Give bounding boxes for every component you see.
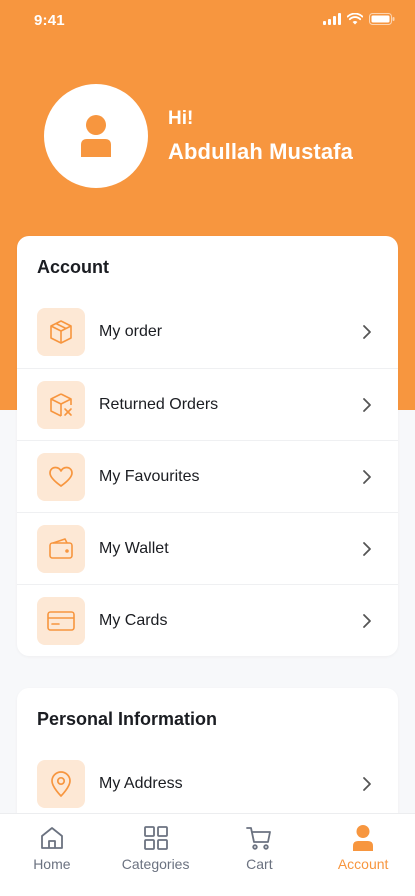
menu-item-label: My order [99,323,163,340]
menu-item-my-wallet[interactable]: My Wallet [17,512,398,584]
home-icon [40,827,63,849]
greeting: Hi! Abdullah Mustafa [168,108,353,165]
wifi-icon [347,13,363,25]
menu-item-my-order[interactable]: My order [17,296,398,368]
greeting-text: Hi! [168,107,194,129]
menu-item-label: Returned Orders [99,395,219,413]
avatar[interactable] [44,84,148,188]
battery-icon [369,13,395,25]
package-icon [50,320,72,344]
signal-icon [323,13,341,25]
nav-home[interactable]: Home [0,814,104,896]
nav-label: Home [33,856,71,872]
grid-icon [143,826,168,850]
user-name: Abdullah Mustafa [168,138,353,164]
menu-item-label: My Cards [99,611,168,629]
nav-categories[interactable]: Categories [104,814,208,896]
icon-box [37,524,85,573]
chevron-right-icon [362,469,372,485]
nav-cart[interactable]: Cart [208,814,312,896]
account-card: Account My order Returned Orders My Favo… [17,236,398,656]
menu-item-label: My Wallet [99,539,169,557]
user-icon [353,825,374,851]
chevron-right-icon [362,324,372,340]
chevron-right-icon [362,541,372,557]
menu-item-returned-orders[interactable]: Returned Orders [17,368,398,440]
package-return-icon [50,392,72,417]
location-pin-icon [51,771,71,797]
icon-box [37,760,85,808]
nav-account[interactable]: Account [311,814,415,896]
status-time: 9:41 [34,12,65,29]
account-section-title: Account [37,257,109,277]
profile-header: Hi! Abdullah Mustafa [44,84,353,188]
icon-box [37,452,85,501]
personal-section-title: Personal Information [37,709,218,729]
nav-label: Account [337,856,389,872]
icon-box [37,308,85,356]
chevron-right-icon [362,397,372,413]
menu-item-my-address[interactable]: My Address [17,748,398,820]
wallet-icon [49,537,73,559]
heart-icon [49,466,73,487]
chevron-right-icon [362,613,372,629]
menu-item-my-cards[interactable]: My Cards [17,584,398,656]
cart-icon [246,827,272,850]
nav-label: Cart [246,856,273,872]
bottom-navigation: Home Categories Cart Account [0,813,415,896]
status-icons [323,13,395,25]
icon-box [37,380,85,429]
user-icon [81,115,111,157]
nav-label: Categories [121,856,190,872]
menu-item-my-favourites[interactable]: My Favourites [17,440,398,512]
status-bar: 9:41 [0,0,415,44]
menu-item-label: My Favourites [99,467,200,485]
icon-box [37,596,85,645]
menu-item-label: My Address [99,775,183,792]
credit-card-icon [47,610,75,631]
chevron-right-icon [362,776,372,792]
